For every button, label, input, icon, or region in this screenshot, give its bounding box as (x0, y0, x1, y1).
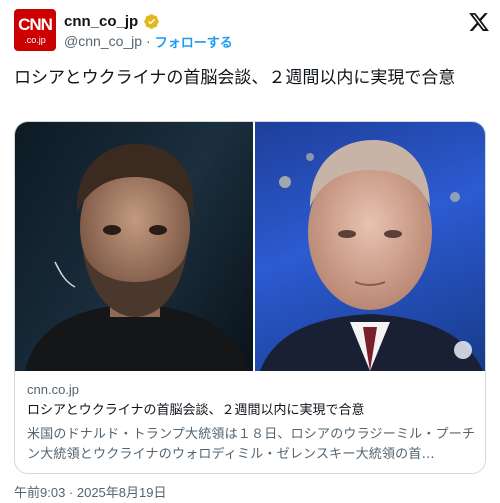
follow-button[interactable]: フォローする (155, 32, 233, 51)
right-portrait-photo (254, 122, 485, 371)
left-portrait-illustration (25, 143, 250, 371)
account-handle-row: @cnn_co_jp · フォローする (64, 32, 233, 50)
verified-badge-icon (144, 13, 159, 29)
account-handle[interactable]: @cnn_co_jp (64, 33, 142, 49)
link-card[interactable]: cnn.co.jp ロシアとウクライナの首脳会談、２週間以内に実現で合意 米国の… (14, 121, 486, 474)
card-domain: cnn.co.jp (27, 382, 80, 397)
avatar-logo-subtext: .co.jp (24, 35, 46, 45)
separator-dot: · (146, 33, 151, 49)
right-portrait-illustration (259, 140, 483, 371)
card-image[interactable] (15, 122, 485, 371)
avatar-logo-text: CNN (18, 15, 53, 34)
card-description: 米国のドナルド・トランプ大統領は１８日、ロシアのウラジーミル・プーチン大統領とウ… (27, 427, 476, 462)
x-logo-icon[interactable] (468, 11, 490, 33)
tweet-header: CNN .co.jp cnn_co_jp @cnn_co_jp · フォローする (0, 0, 500, 62)
left-portrait-photo (15, 122, 253, 371)
card-title[interactable]: ロシアとウクライナの首脳会談、２週間以内に実現で合意 (27, 402, 477, 420)
account-name[interactable]: cnn_co_jp (64, 13, 138, 30)
tweet-text: ロシアとウクライナの首脳会談、２週間以内に実現で合意 (14, 68, 456, 88)
tweet-timestamp[interactable]: 午前9:03 · 2025年8月19日 (14, 482, 166, 501)
account-name-row: cnn_co_jp (64, 11, 160, 31)
card-body[interactable]: cnn.co.jp ロシアとウクライナの首脳会談、２週間以内に実現で合意 米国の… (15, 372, 485, 473)
avatar[interactable]: CNN .co.jp (14, 9, 56, 51)
